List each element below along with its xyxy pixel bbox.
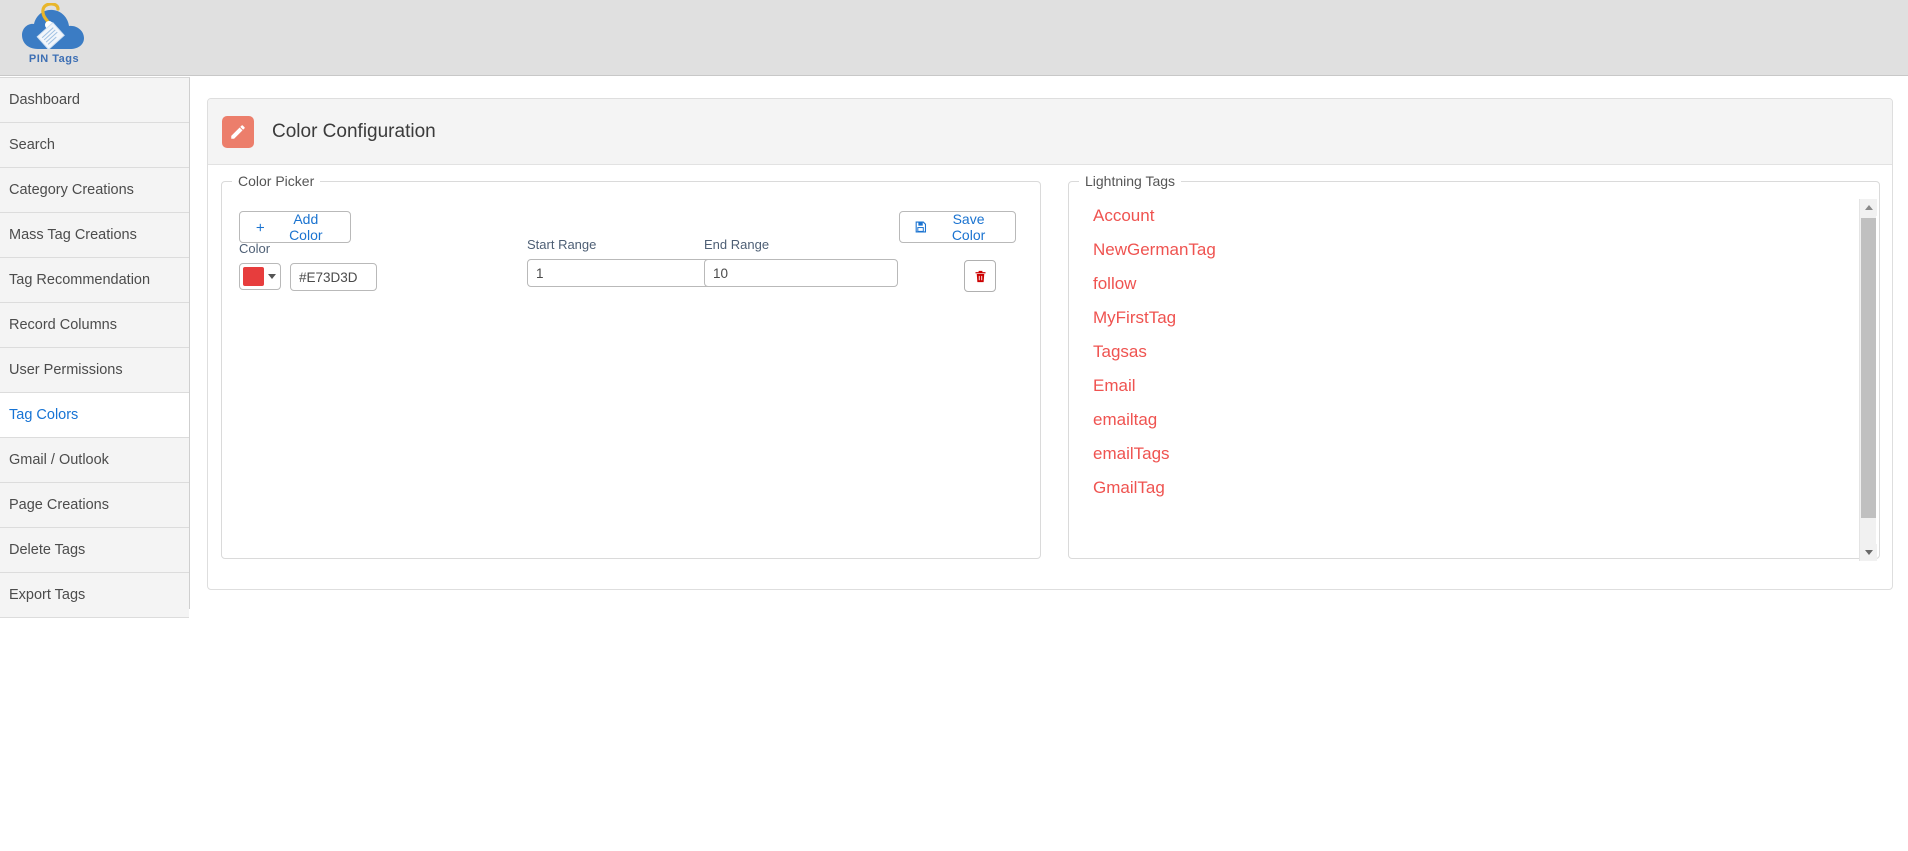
add-color-label: Add Color — [289, 211, 323, 243]
lightning-tags-panel: Lightning Tags Account NewGermanTag foll… — [1068, 173, 1880, 561]
lightning-tags-list[interactable]: Account NewGermanTag follow MyFirstTag T… — [1070, 199, 1879, 561]
add-color-button[interactable]: Add Color — [239, 211, 351, 243]
card-body: Color Picker Add Color Save Color Color … — [208, 165, 1892, 589]
sidebar-item-label: Search — [9, 137, 55, 153]
card-header: Color Configuration — [208, 99, 1892, 165]
color-field-label: Color — [239, 241, 271, 256]
color-swatch-dropdown[interactable] — [239, 263, 281, 290]
color-hex-input[interactable] — [290, 263, 377, 291]
sidebar-item-user-permissions[interactable]: User Permissions — [0, 348, 189, 393]
sidebar-item-label: Record Columns — [9, 317, 117, 333]
scroll-down-arrow-icon[interactable] — [1860, 544, 1877, 561]
logo-cloud-tag-icon — [22, 2, 84, 51]
sidebar-item-record-columns[interactable]: Record Columns — [0, 303, 189, 348]
chevron-down-icon — [268, 274, 276, 279]
delete-color-row-button[interactable] — [964, 260, 996, 292]
plus-icon — [256, 223, 264, 231]
sidebar-item-page-creations[interactable]: Page Creations — [0, 483, 189, 528]
list-item[interactable]: Email — [1070, 369, 1879, 403]
list-item[interactable]: MyFirstTag — [1070, 301, 1879, 335]
lightning-tags-scrollbar[interactable] — [1859, 199, 1877, 561]
sidebar: Dashboard Search Category Creations Mass… — [0, 77, 190, 618]
color-picker-panel: Color Picker Add Color Save Color Color … — [221, 173, 1041, 559]
color-swatch-chip — [243, 267, 264, 286]
sidebar-item-export-tags[interactable]: Export Tags — [0, 573, 189, 618]
color-picker-legend: Color Picker — [238, 173, 315, 189]
start-range-field-label: Start Range — [527, 237, 597, 252]
sidebar-item-label: Gmail / Outlook — [9, 452, 109, 468]
end-range-field-label: End Range — [704, 237, 770, 252]
sidebar-item-tag-colors[interactable]: Tag Colors — [0, 393, 189, 438]
list-item[interactable]: emailTags — [1070, 437, 1879, 471]
logo-wordmark: PIN Tags — [28, 53, 80, 65]
sidebar-item-search[interactable]: Search — [0, 123, 189, 168]
sidebar-item-label: Page Creations — [9, 497, 109, 513]
end-range-input[interactable] — [704, 259, 898, 287]
sidebar-item-delete-tags[interactable]: Delete Tags — [0, 528, 189, 573]
sidebar-item-label: Tag Recommendation — [9, 272, 151, 288]
top-bar: PIN Tags — [0, 0, 1908, 76]
list-item[interactable]: Tagsas — [1070, 335, 1879, 369]
start-range-input[interactable] — [527, 259, 721, 287]
lightning-tags-legend: Lightning Tags — [1085, 173, 1176, 189]
sidebar-item-label: Tag Colors — [9, 407, 79, 423]
save-icon — [915, 221, 927, 233]
list-item[interactable]: emailtag — [1070, 403, 1879, 437]
save-color-label: Save Color — [951, 211, 986, 243]
scrollbar-thumb[interactable] — [1861, 218, 1876, 518]
save-color-button[interactable]: Save Color — [899, 211, 1016, 243]
sidebar-item-label: Mass Tag Creations — [9, 227, 137, 243]
color-configuration-card: Color Configuration Color Picker Add Col… — [207, 98, 1893, 590]
sidebar-item-label: Dashboard — [9, 92, 80, 108]
sidebar-item-mass-tag-creations[interactable]: Mass Tag Creations — [0, 213, 189, 258]
sidebar-item-dashboard[interactable]: Dashboard — [0, 78, 189, 123]
sidebar-item-category-creations[interactable]: Category Creations — [0, 168, 189, 213]
sidebar-item-label: Export Tags — [9, 587, 86, 603]
sidebar-item-label: Category Creations — [9, 182, 134, 198]
page-title: Color Configuration — [272, 120, 436, 142]
scroll-up-arrow-icon[interactable] — [1860, 199, 1877, 216]
main-content: Color Configuration Color Picker Add Col… — [191, 77, 1908, 851]
triangle-up-glyph — [1864, 205, 1873, 210]
triangle-down-glyph — [1864, 550, 1873, 555]
trash-icon — [975, 270, 985, 282]
list-item[interactable]: follow — [1070, 267, 1879, 301]
sidebar-item-label: User Permissions — [9, 362, 123, 378]
sidebar-item-label: Delete Tags — [9, 542, 86, 558]
sidebar-item-tag-recommendation[interactable]: Tag Recommendation — [0, 258, 189, 303]
list-item[interactable]: NewGermanTag — [1070, 233, 1879, 267]
pencil-glyph — [231, 124, 245, 139]
pin-tags-logo[interactable]: PIN Tags — [18, 2, 90, 71]
sidebar-item-gmail-outlook[interactable]: Gmail / Outlook — [0, 438, 189, 483]
list-item[interactable]: Account — [1070, 199, 1879, 233]
list-item[interactable]: GmailTag — [1070, 471, 1879, 505]
pencil-icon — [222, 115, 254, 148]
